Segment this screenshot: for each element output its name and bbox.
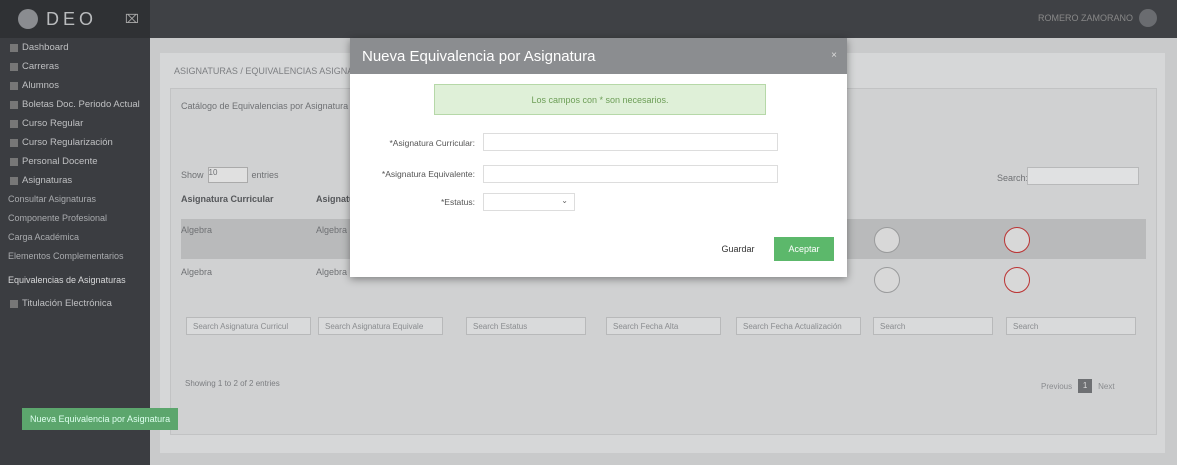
sidebar-item-curso-regularizacion[interactable]: Curso Regularización xyxy=(0,133,150,152)
sidebar-item-componente-profesional[interactable]: Componente Profesional xyxy=(0,209,150,228)
asignatura-equivalente-input[interactable] xyxy=(483,165,778,183)
sidebar-item-curso-regular[interactable]: Curso Regular xyxy=(0,114,150,133)
filter-estatus[interactable]: Search Estatus xyxy=(466,317,586,335)
required-alert: Los campos con * son necesarios. xyxy=(434,84,766,115)
brand-title: DEO xyxy=(46,8,98,29)
prev-link[interactable]: Previous xyxy=(1041,382,1072,391)
page-length-select[interactable]: 10 xyxy=(207,167,248,183)
titulacion-icon xyxy=(10,299,18,308)
asignatura-curricular-input[interactable] xyxy=(483,133,778,151)
sidebar-menu: Dashboard Carreras Alumnos Boletas Doc. … xyxy=(0,38,150,313)
sidebar: DEO ⌧ Dashboard Carreras Alumnos Boletas… xyxy=(0,0,150,465)
pagination: Previous 1 Next xyxy=(1041,379,1115,393)
cell: Algebra xyxy=(181,225,213,235)
close-icon[interactable]: × xyxy=(831,50,837,61)
table-info: Showing 1 to 2 of 2 entries xyxy=(185,379,280,388)
avatar xyxy=(1139,9,1157,27)
guardar-button[interactable]: Guardar xyxy=(712,238,764,260)
menu-toggle-icon[interactable]: ⌧ xyxy=(125,12,139,26)
page-number[interactable]: 1 xyxy=(1078,379,1093,393)
carreras-icon xyxy=(10,62,18,71)
field-label: *Asignatura Equivalente: xyxy=(381,169,475,179)
dashboard-icon xyxy=(10,43,18,52)
filter-extra[interactable]: Search xyxy=(1006,317,1136,335)
cell: Algebra xyxy=(181,267,213,277)
edit-icon[interactable] xyxy=(874,267,900,293)
estatus-select[interactable]: ⌄ xyxy=(483,193,575,211)
column-filters: Search Asignatura Curricul Search Asigna… xyxy=(181,317,1146,337)
sidebar-item-carreras[interactable]: Carreras xyxy=(0,57,150,76)
sidebar-item-boletas[interactable]: Boletas Doc. Periodo Actual xyxy=(0,95,150,114)
delete-icon[interactable] xyxy=(1004,267,1030,293)
personal-docente-icon xyxy=(10,157,18,166)
sidebar-item-dashboard[interactable]: Dashboard xyxy=(0,38,150,57)
cell: Algebra xyxy=(316,225,348,235)
sidebar-item-alumnos[interactable]: Alumnos xyxy=(0,76,150,95)
sidebar-item-asignaturas[interactable]: Asignaturas xyxy=(0,171,150,190)
filter-extra[interactable]: Search xyxy=(873,317,993,335)
curso-regular-icon xyxy=(10,119,18,128)
brand: DEO ⌧ xyxy=(0,0,150,38)
boletas-icon xyxy=(10,100,18,109)
breadcrumb: ASIGNATURAS / EQUIVALENCIAS ASIGNATURA xyxy=(174,66,378,76)
aceptar-button[interactable]: Aceptar xyxy=(774,237,834,261)
filter-fecha-alta[interactable]: Search Fecha Alta xyxy=(606,317,721,335)
edit-icon[interactable] xyxy=(874,227,900,253)
next-link[interactable]: Next xyxy=(1098,382,1114,391)
search-label: Search: xyxy=(997,173,1029,183)
filter-curricular[interactable]: Search Asignatura Curricul xyxy=(186,317,311,335)
modal-title: Nueva Equivalencia por Asignatura xyxy=(362,47,596,65)
new-equivalence-button[interactable]: Nueva Equivalencia por Asignatura xyxy=(22,408,179,430)
topbar: ROMERO ZAMORANO xyxy=(150,0,1177,38)
logo-icon xyxy=(18,9,38,29)
col-header[interactable]: Asignatura Curricular xyxy=(181,194,274,204)
field-label: *Estatus: xyxy=(440,197,475,207)
modal-header: Nueva Equivalencia por Asignatura × xyxy=(350,38,847,74)
delete-icon[interactable] xyxy=(1004,227,1030,253)
filter-fecha-act[interactable]: Search Fecha Actualización xyxy=(736,317,861,335)
alumnos-icon xyxy=(10,81,18,90)
user-name: ROMERO ZAMORANO xyxy=(1037,13,1133,23)
sidebar-item-equivalencias[interactable]: Equivalencias de Asignaturas xyxy=(0,266,150,294)
modal-dialog: Nueva Equivalencia por Asignatura × Los … xyxy=(350,38,847,277)
sidebar-item-carga-academica[interactable]: Carga Académica xyxy=(0,228,150,247)
search-input[interactable] xyxy=(1027,167,1139,185)
sidebar-item-elementos-complementarios[interactable]: Elementos Complementarios xyxy=(0,247,150,266)
sidebar-item-personal-docente[interactable]: Personal Docente xyxy=(0,152,150,171)
curso-regularizacion-icon xyxy=(10,138,18,147)
sidebar-item-titulacion[interactable]: Titulación Electrónica xyxy=(0,294,150,313)
page-length: Show 10 entries xyxy=(181,167,279,183)
chevron-down-icon: ⌄ xyxy=(561,196,568,205)
cell: Algebra xyxy=(316,267,348,277)
filter-equivalente[interactable]: Search Asignatura Equivale xyxy=(318,317,443,335)
card-title: Catálogo de Equivalencias por Asignatura xyxy=(181,101,349,111)
user-menu[interactable]: ROMERO ZAMORANO xyxy=(1038,9,1157,27)
asignaturas-icon xyxy=(10,176,18,185)
field-label: *Asignatura Curricular: xyxy=(389,138,475,148)
sidebar-item-consultar-asignaturas[interactable]: Consultar Asignaturas xyxy=(0,190,150,209)
